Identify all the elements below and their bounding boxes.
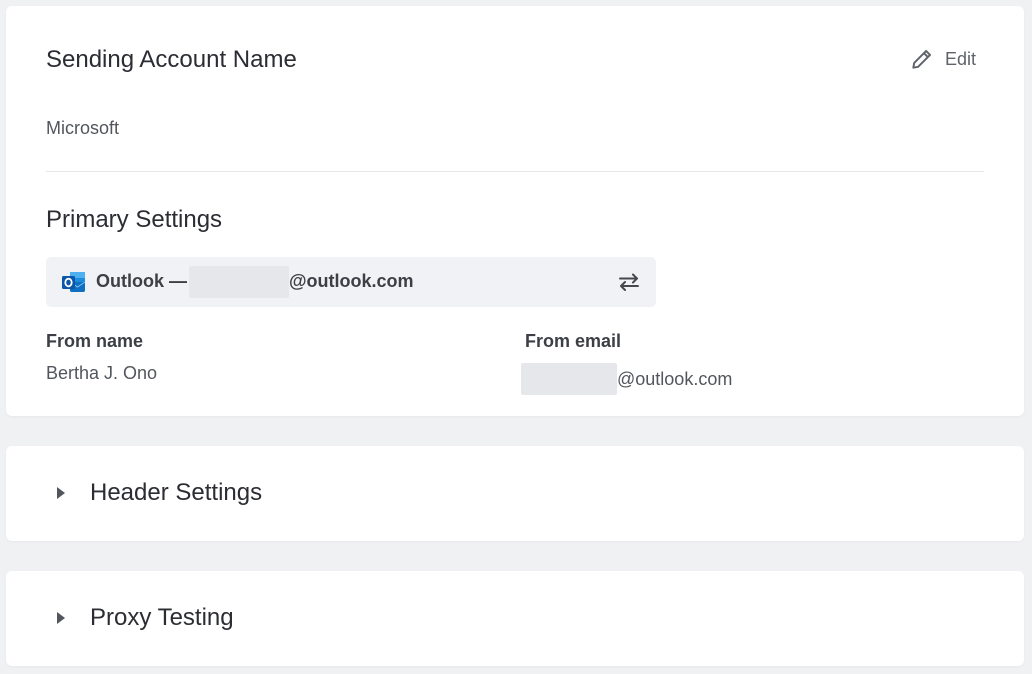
proxy-testing-toggle[interactable]: Proxy Testing: [6, 571, 1024, 666]
proxy-testing-card: Proxy Testing: [6, 571, 1024, 666]
connected-account-box: Outlook — @outlook.com: [46, 257, 656, 307]
provider-prefix: Outlook —: [96, 271, 187, 291]
redacted-from-email-user: [521, 363, 617, 395]
from-name-label: From name: [46, 331, 144, 351]
from-name-value: Bertha J. Ono: [46, 363, 158, 383]
from-email-value: @outlook.com: [521, 363, 732, 395]
from-email-domain: @outlook.com: [617, 368, 733, 389]
primary-settings-title: Primary Settings: [46, 206, 223, 233]
header-settings-toggle[interactable]: Header Settings: [6, 446, 1024, 541]
from-email-label: From email: [525, 331, 622, 351]
header-settings-title: Header Settings: [90, 479, 263, 506]
section-divider: [46, 171, 984, 172]
swap-arrows-icon[interactable]: [616, 269, 642, 295]
edit-button[interactable]: Edit: [909, 46, 976, 72]
caret-right-icon: [57, 487, 65, 499]
sending-account-value: Microsoft: [46, 118, 120, 138]
sending-account-title: Sending Account Name: [46, 46, 297, 73]
proxy-testing-title: Proxy Testing: [90, 604, 234, 631]
pencil-icon: [912, 50, 931, 69]
connected-account-label: Outlook — @outlook.com: [96, 265, 414, 298]
outlook-icon: [62, 272, 86, 292]
edit-label: Edit: [944, 48, 976, 69]
connected-email-domain: @outlook.com: [289, 271, 414, 291]
header-settings-card: Header Settings: [6, 446, 1024, 541]
redacted-email-user: [189, 265, 289, 298]
caret-right-icon: [57, 612, 65, 624]
sending-account-card: Sending Account Name Edit Microsoft Prim…: [6, 6, 1024, 416]
